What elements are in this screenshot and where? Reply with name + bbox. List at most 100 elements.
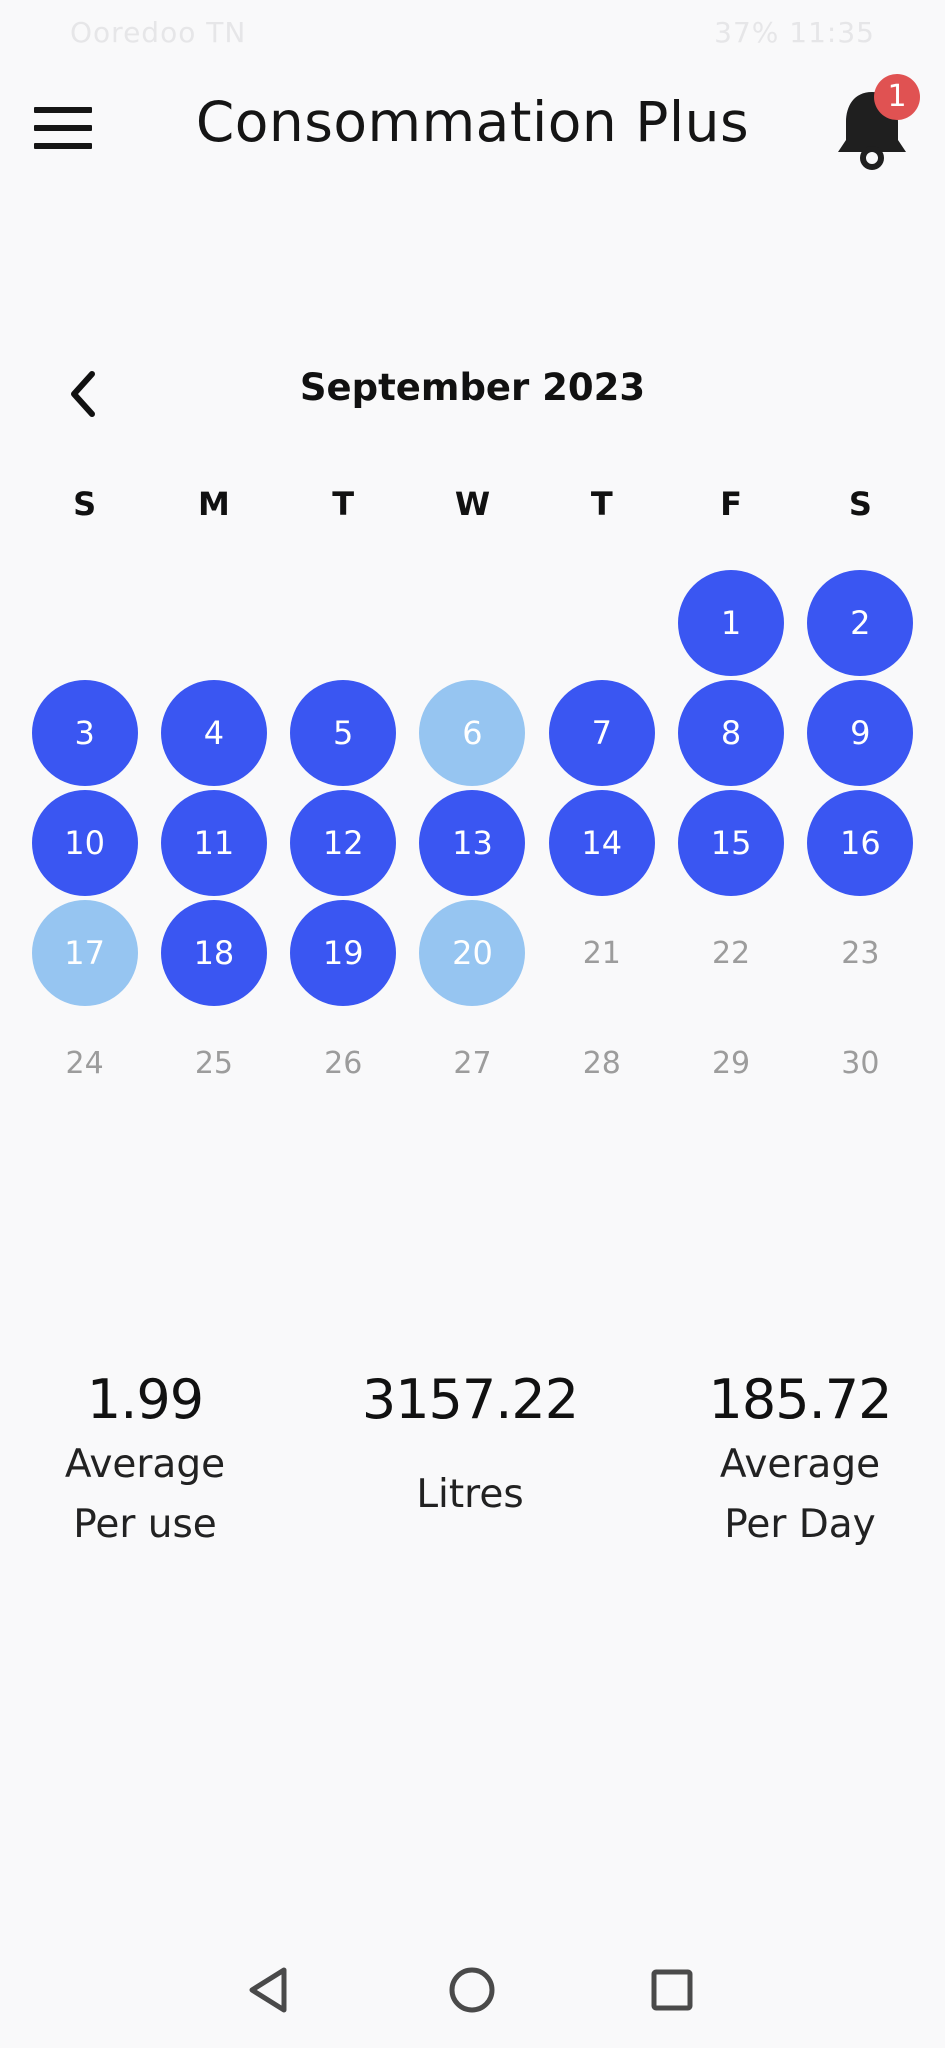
calendar-day[interactable]: 13 bbox=[408, 788, 537, 898]
notification-badge: 1 bbox=[874, 74, 920, 120]
calendar-day-label: 23 bbox=[841, 935, 880, 971]
calendar-day-label: 18 bbox=[160, 900, 267, 1006]
calendar-empty-cell bbox=[20, 568, 149, 678]
calendar-day-label: 17 bbox=[31, 900, 138, 1006]
calendar-day[interactable]: 19 bbox=[279, 898, 408, 1008]
calendar-day-label: 30 bbox=[841, 1045, 880, 1081]
status-bar: Ooredoo TN 37% 11:35 bbox=[0, 0, 945, 66]
calendar-day[interactable]: 16 bbox=[796, 788, 925, 898]
calendar-day[interactable]: 4 bbox=[149, 678, 278, 788]
calendar-day: 22 bbox=[666, 898, 795, 1008]
calendar-day[interactable]: 15 bbox=[666, 788, 795, 898]
calendar-day-label: 28 bbox=[582, 1045, 621, 1081]
app-title: Consommation Plus bbox=[195, 90, 750, 154]
weekday-label: T bbox=[332, 485, 355, 523]
calendar-day[interactable]: 11 bbox=[149, 788, 278, 898]
system-nav-bar bbox=[0, 1940, 945, 2048]
calendar-day[interactable]: 2 bbox=[796, 568, 925, 678]
calendar-day-label: 14 bbox=[548, 790, 655, 896]
stat-value: 3157.22 bbox=[361, 1368, 579, 1431]
calendar-day-label: 25 bbox=[194, 1045, 234, 1081]
calendar-empty-cell bbox=[279, 568, 408, 678]
calendar-day-label: 1 bbox=[678, 570, 785, 676]
calendar-day-label: 15 bbox=[678, 790, 785, 896]
days-grid: 1 2 3 4 5 6 7 8 9 10 11 12 13 14 15 16 17 18 19 20 21 22 23 24 2… bbox=[20, 568, 925, 1118]
stat-average-per-use: 1.99 Average Per use bbox=[40, 1365, 250, 1555]
calendar-empty-cell bbox=[408, 568, 537, 678]
calendar-day-label: 16 bbox=[807, 790, 914, 896]
stat-value: 1.99 bbox=[86, 1368, 204, 1431]
home-button[interactable] bbox=[442, 1960, 502, 2020]
calendar-day[interactable]: 1 bbox=[666, 568, 795, 678]
calendar-day: 28 bbox=[537, 1008, 666, 1118]
calendar-day[interactable]: 17 bbox=[20, 898, 149, 1008]
calendar-day[interactable]: 18 bbox=[149, 898, 278, 1008]
carrier-label: Ooredoo TN bbox=[70, 16, 247, 49]
calendar-day: 26 bbox=[279, 1008, 408, 1118]
calendar-day-label bbox=[419, 570, 525, 676]
stat-label: Litres bbox=[416, 1472, 524, 1517]
notifications-button[interactable]: 1 bbox=[832, 74, 932, 174]
calendar-day: 23 bbox=[796, 898, 925, 1008]
calendar-day[interactable]: 9 bbox=[796, 678, 925, 788]
calendar-empty-cell bbox=[537, 568, 666, 678]
home-circle-icon bbox=[449, 1967, 495, 2013]
calendar-day-label: 24 bbox=[65, 1045, 104, 1081]
weekday-header: S M T W T F S bbox=[20, 485, 925, 535]
back-triangle-icon bbox=[249, 1967, 287, 2013]
calendar-day-label: 21 bbox=[582, 935, 621, 971]
recents-square-icon bbox=[651, 1969, 693, 2011]
stat-label-line2: Per use bbox=[73, 1502, 217, 1547]
calendar-day-label: 8 bbox=[678, 680, 785, 786]
calendar-day[interactable]: 5 bbox=[279, 678, 408, 788]
calendar-day: 30 bbox=[796, 1008, 925, 1118]
calendar-day[interactable]: 20 bbox=[408, 898, 537, 1008]
weekday-label: S bbox=[73, 485, 97, 523]
calendar-day: 27 bbox=[408, 1008, 537, 1118]
calendar-day-label: 19 bbox=[290, 900, 397, 1006]
calendar-day: 25 bbox=[149, 1008, 278, 1118]
stat-label-line1: Average bbox=[64, 1442, 226, 1487]
calendar-day[interactable]: 6 bbox=[408, 678, 537, 788]
calendar-day[interactable]: 7 bbox=[537, 678, 666, 788]
calendar-day-label: 10 bbox=[31, 790, 138, 896]
weekday-label: F bbox=[720, 485, 742, 523]
calendar-day-label: 5 bbox=[290, 680, 397, 786]
battery-clock-label: 37% 11:35 bbox=[714, 16, 875, 49]
calendar-day: 21 bbox=[537, 898, 666, 1008]
calendar-day[interactable]: 12 bbox=[279, 788, 408, 898]
back-button[interactable] bbox=[240, 1960, 300, 2020]
calendar-day-label: 4 bbox=[160, 680, 267, 786]
calendar-day-label: 29 bbox=[711, 1045, 751, 1081]
calendar-day-label: 6 bbox=[419, 680, 526, 786]
calendar-day[interactable]: 14 bbox=[537, 788, 666, 898]
stat-label-line2: Per Day bbox=[724, 1502, 876, 1547]
calendar-day-label: 9 bbox=[807, 680, 914, 786]
calendar-day-label: 2 bbox=[807, 570, 914, 676]
calendar-day: 24 bbox=[20, 1008, 149, 1118]
calendar-day-label: 7 bbox=[548, 680, 655, 786]
calendar-day-label: 12 bbox=[290, 790, 397, 896]
weekday-label: S bbox=[848, 485, 872, 523]
calendar-day[interactable]: 3 bbox=[20, 678, 149, 788]
usage-stats: 1.99 Average Per use 3157.22 Litres 185.… bbox=[0, 1365, 945, 1565]
calendar-day-label bbox=[161, 570, 267, 676]
calendar-day-label bbox=[549, 570, 655, 676]
calendar-day-label: 27 bbox=[453, 1045, 492, 1081]
calendar-empty-cell bbox=[149, 568, 278, 678]
calendar-day-label: 26 bbox=[324, 1045, 363, 1081]
weekday-label: T bbox=[590, 485, 613, 523]
calendar-day-label bbox=[32, 570, 138, 676]
calendar-day[interactable]: 10 bbox=[20, 788, 149, 898]
recents-button[interactable] bbox=[642, 1960, 702, 2020]
stat-value: 185.72 bbox=[708, 1368, 893, 1431]
stat-total-litres: 3157.22 Litres bbox=[360, 1365, 580, 1525]
calendar-day: 29 bbox=[666, 1008, 795, 1118]
calendar-day-label bbox=[290, 570, 396, 676]
stat-average-per-day: 185.72 Average Per Day bbox=[695, 1365, 905, 1555]
app-header: Consommation Plus 1 bbox=[0, 66, 945, 186]
stat-label-line1: Average bbox=[719, 1442, 881, 1487]
calendar-day[interactable]: 8 bbox=[666, 678, 795, 788]
calendar-day-label: 22 bbox=[711, 935, 751, 971]
calendar-day-label: 13 bbox=[419, 790, 526, 896]
